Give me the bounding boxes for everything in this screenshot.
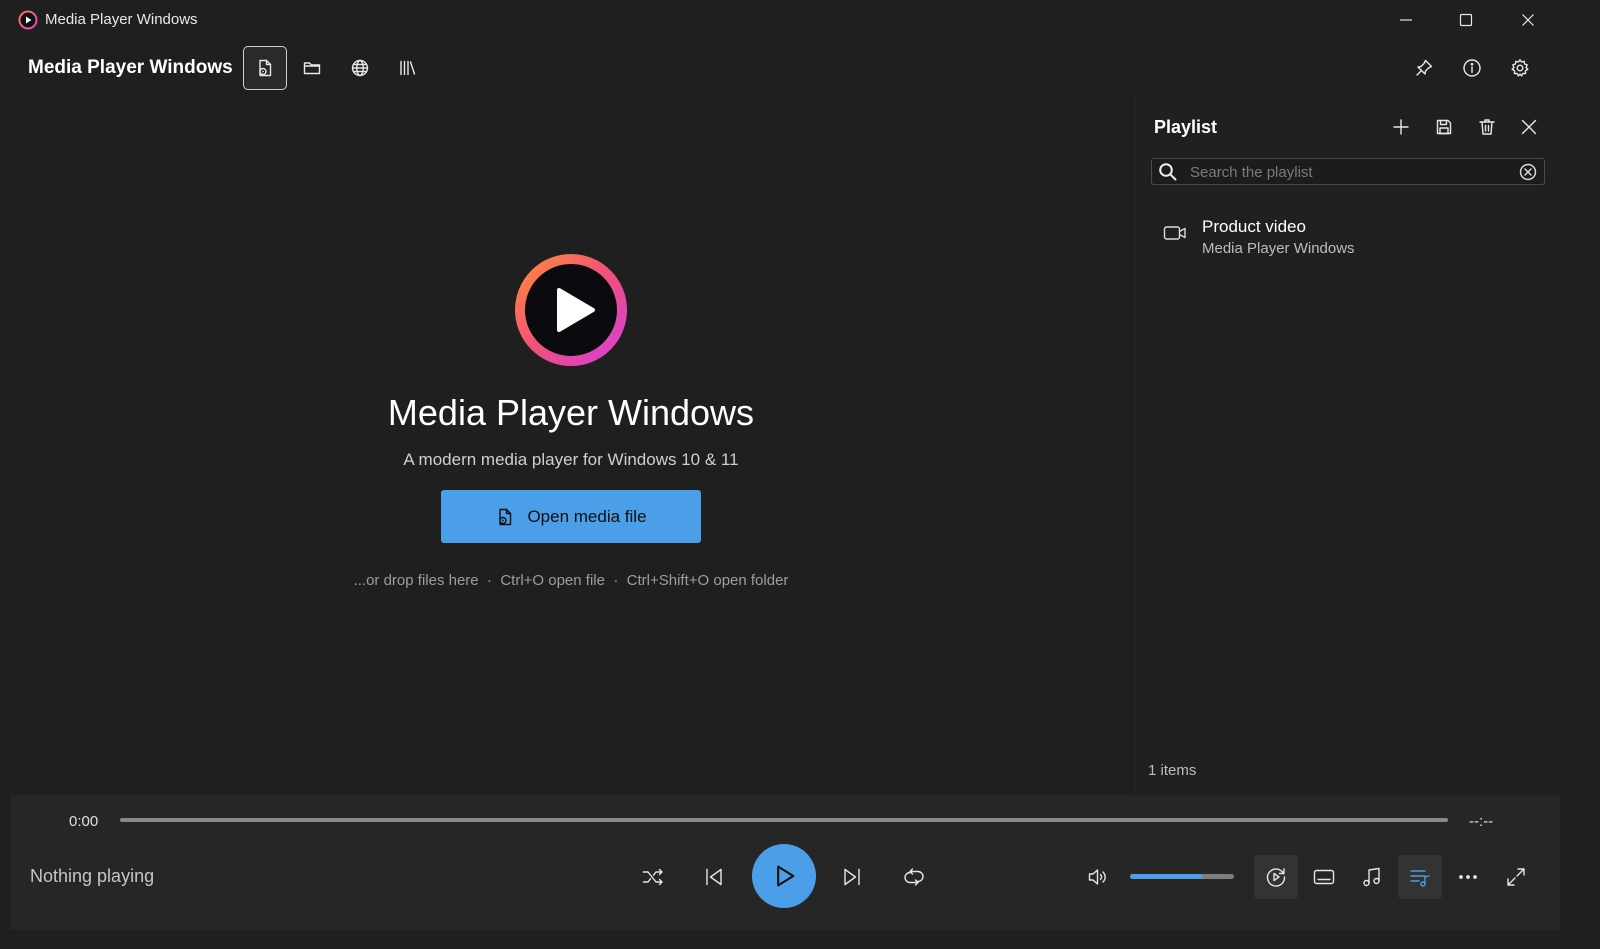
volume-slider[interactable] (1130, 874, 1234, 879)
skip-next-icon (844, 868, 860, 886)
open-folder-tab[interactable] (290, 46, 334, 90)
hint-open-folder: Ctrl+Shift+O open folder (626, 572, 789, 589)
volume-button[interactable] (1076, 855, 1120, 899)
close-window-button[interactable] (1498, 0, 1558, 40)
app-logo-icon (18, 10, 38, 30)
playlist-panel: Playlist Product video Media Player Wind… (1134, 97, 1600, 794)
subtitles-button[interactable] (1302, 855, 1346, 899)
minimize-button[interactable] (1376, 0, 1436, 40)
playlist-item[interactable]: Product video Media Player Windows (1151, 205, 1545, 265)
library-tab[interactable] (386, 46, 430, 90)
volume-slider-fill (1130, 874, 1203, 879)
open-file-tab[interactable] (243, 46, 287, 90)
hint-drop: ...or drop files here (353, 572, 479, 589)
music-note-icon (1363, 867, 1380, 887)
playlist-item-title: Product video (1202, 217, 1306, 236)
audio-track-button[interactable] (1350, 855, 1394, 899)
maximize-icon (1459, 13, 1473, 27)
playlist-item-subtitle: Media Player Windows (1202, 240, 1355, 257)
close-icon (1522, 14, 1534, 26)
welcome-subtitle: A modern media player for Windows 10 & 1… (403, 450, 739, 469)
open-url-tab[interactable] (338, 46, 382, 90)
playlist-toggle-button[interactable] (1398, 855, 1442, 899)
video-icon (1163, 226, 1186, 240)
volume-icon (1088, 869, 1106, 885)
playback-speed-button[interactable] (1254, 855, 1298, 899)
gear-icon (1511, 59, 1529, 77)
hint-separator: · (613, 572, 619, 589)
repeat-icon (904, 868, 924, 886)
folder-icon (303, 62, 321, 75)
trash-icon (1479, 119, 1495, 135)
more-icon (1459, 875, 1477, 879)
add-to-playlist-button[interactable] (1385, 111, 1417, 143)
open-media-file-button[interactable]: Open media file (441, 490, 701, 543)
playlist-search-box (1151, 158, 1545, 185)
globe-icon (351, 59, 369, 77)
plus-icon (1393, 119, 1409, 135)
window-title: Media Player Windows (45, 11, 198, 28)
app-header-title: Media Player Windows (28, 57, 233, 78)
playlist-item-count: 1 items (1148, 762, 1197, 779)
pin-icon (1416, 59, 1433, 76)
skip-previous-icon (706, 868, 722, 886)
play-button[interactable] (752, 844, 816, 908)
previous-button[interactable] (692, 855, 736, 899)
now-playing-text: Nothing playing (30, 866, 155, 886)
current-time: 0:00 (69, 813, 99, 830)
shuffle-button[interactable] (631, 855, 675, 899)
minimize-icon (1400, 19, 1412, 21)
search-icon (1159, 163, 1177, 181)
more-options-button[interactable] (1446, 855, 1490, 899)
app-logo (515, 254, 627, 366)
close-playlist-button[interactable] (1513, 111, 1545, 143)
open-file-icon (259, 59, 272, 77)
fullscreen-button[interactable] (1494, 855, 1538, 899)
clear-playlist-button[interactable] (1471, 111, 1503, 143)
seek-bar[interactable] (120, 818, 1448, 822)
open-file-icon (499, 508, 512, 525)
library-icon (400, 60, 416, 76)
next-button[interactable] (830, 855, 874, 899)
subtitles-icon (1313, 869, 1335, 885)
hint-separator: · (486, 572, 492, 589)
playlist-icon (1410, 870, 1430, 887)
maximize-button[interactable] (1436, 0, 1496, 40)
shortcut-hints: ...or drop files here · Ctrl+O open file… (0, 572, 1142, 589)
total-time: --:-- (1469, 813, 1494, 830)
fullscreen-icon (1507, 868, 1525, 886)
player-control-bar: 0:00 --:-- Nothing playing (10, 795, 1560, 930)
title-bar: Media Player Windows (0, 0, 1600, 40)
settings-button[interactable] (1498, 46, 1542, 90)
about-button[interactable] (1450, 46, 1494, 90)
welcome-title: Media Player Windows (387, 392, 755, 433)
pin-button[interactable] (1402, 46, 1446, 90)
shuffle-icon (642, 868, 663, 886)
save-playlist-button[interactable] (1428, 111, 1460, 143)
playlist-title: Playlist (1154, 117, 1218, 137)
close-icon (1521, 119, 1537, 135)
info-icon (1463, 59, 1481, 77)
play-icon (777, 865, 795, 887)
hint-open-file: Ctrl+O open file (500, 572, 605, 589)
replay-speed-icon (1266, 868, 1286, 887)
repeat-button[interactable] (892, 855, 936, 899)
save-icon (1436, 119, 1452, 135)
clear-search-icon[interactable] (1518, 162, 1538, 182)
playlist-search-input[interactable] (1190, 161, 1510, 183)
open-media-file-label: Open media file (527, 506, 647, 526)
